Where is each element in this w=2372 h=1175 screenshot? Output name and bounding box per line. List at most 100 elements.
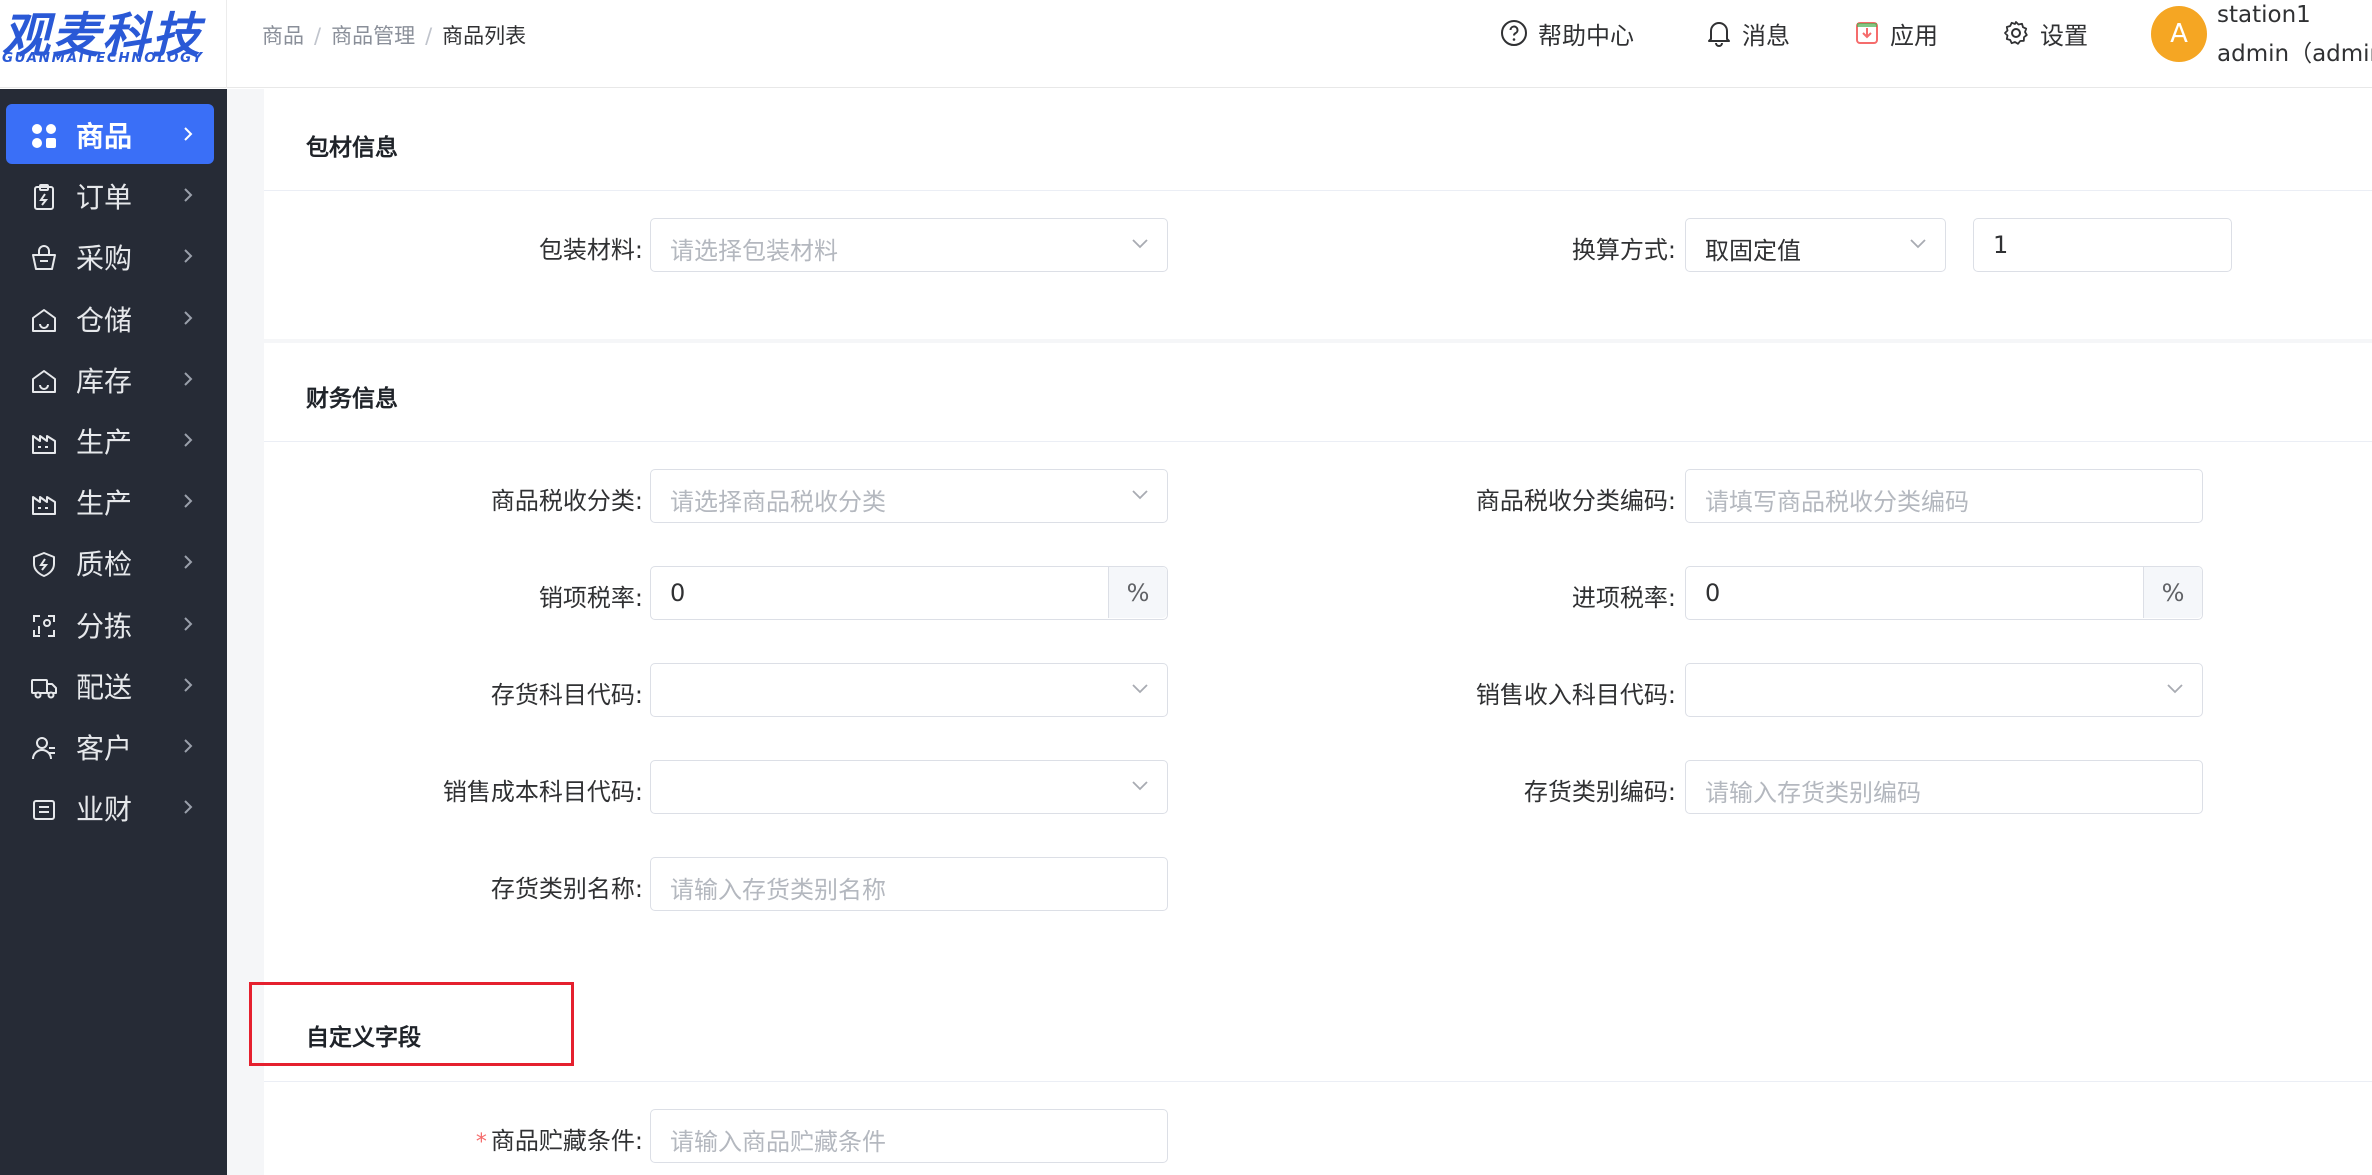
inventory-category-code-input[interactable]: 请输入存货类别编码 (1685, 760, 2203, 814)
breadcrumb-item-goods[interactable]: 商品 (262, 24, 304, 48)
section-divider (264, 1081, 2372, 1082)
packaging-material-placeholder: 请选择包装材料 (670, 237, 838, 265)
sales-tax-rate-input[interactable]: 0 % (650, 566, 1168, 620)
chevron-right-icon (184, 555, 193, 570)
chevron-down-icon (1910, 239, 1926, 249)
chevron-right-icon (184, 127, 193, 141)
sidebar-item-3[interactable]: 仓储 (6, 288, 214, 348)
sidebar-item-label: 商品 (76, 120, 133, 153)
chevron-down-icon (1132, 684, 1148, 694)
clipboard-icon (34, 184, 54, 211)
sidebar-item-5[interactable]: 生产 (6, 410, 214, 470)
sidebar-item-0[interactable]: 商品 (6, 104, 214, 164)
user-icon (32, 737, 55, 760)
messages-label: 消息 (1742, 21, 1790, 50)
station-name[interactable]: station1 (2217, 2, 2311, 28)
truck-icon (31, 678, 57, 699)
packaging-material-select[interactable]: 请选择包装材料 (650, 218, 1168, 272)
sales-tax-rate-value: 0 (670, 579, 686, 607)
conversion-method-select[interactable]: 取固定值 (1685, 218, 1946, 272)
breadcrumb: 商品 / 商品管理 / 商品列表 (262, 24, 527, 48)
breadcrumb-current: 商品列表 (442, 24, 527, 48)
sidebar-item-label: 库存 (76, 364, 133, 398)
storage-condition-placeholder: 请输入商品贮藏条件 (670, 1128, 886, 1156)
help-center-link[interactable]: 帮助中心 (1500, 18, 1634, 50)
section-title-finance: 财务信息 (306, 386, 398, 412)
tax-category-select[interactable]: 请选择商品税收分类 (650, 469, 1168, 523)
basket-icon (32, 245, 56, 271)
apps-label: 应用 (1890, 21, 1938, 50)
inventory-account-select[interactable] (650, 663, 1168, 717)
storage-condition-input[interactable]: 请输入商品贮藏条件 (650, 1109, 1168, 1163)
factory-icon (32, 496, 56, 516)
apps-link[interactable]: 应用 (1854, 18, 1938, 50)
breadcrumb-item-goods-management[interactable]: 商品管理 (331, 24, 415, 48)
required-star: * (475, 1130, 487, 1155)
download-box-icon (1856, 22, 1878, 44)
tax-category-label: 商品税收分类: (490, 487, 643, 515)
grid-icon (32, 124, 56, 148)
sidebar-item-10[interactable]: 客户 (6, 716, 214, 776)
sidebar-item-11[interactable]: 业财 (6, 777, 214, 837)
chevron-right-icon (184, 494, 193, 508)
avatar[interactable]: A (2151, 6, 2207, 62)
settings-label: 设置 (2040, 21, 2088, 50)
logo-subtext: GUANMAITECHNOLOGY (2, 50, 204, 66)
conversion-number-input[interactable]: 1 (1973, 218, 2232, 272)
chevron-right-icon (184, 433, 193, 447)
packaging-material-label: 包装材料: (538, 236, 643, 264)
settings-link[interactable]: 设置 (2002, 18, 2088, 50)
inventory-category-name-label: 存货类别名称: (490, 875, 643, 903)
sidebar-item-label: 业财 (76, 793, 133, 827)
tax-code-input[interactable]: 请填写商品税收分类编码 (1685, 469, 2203, 523)
storage-condition-label-text: 商品贮藏条件: (490, 1127, 643, 1155)
section-divider (264, 190, 2372, 191)
sidebar-item-7[interactable]: 质检 (6, 532, 214, 592)
conversion-method-label: 换算方式: (1571, 236, 1676, 264)
help-center-label: 帮助中心 (1538, 21, 1634, 50)
chevron-down-icon (1132, 781, 1148, 791)
chevron-right-icon (184, 616, 193, 631)
chevron-down-icon (1132, 490, 1148, 500)
user-name[interactable]: admin（admin (2217, 34, 2372, 68)
sales-cost-account-select[interactable] (650, 760, 1168, 814)
messages-link[interactable]: 消息 (1706, 18, 1790, 50)
input-tax-rate-input[interactable]: 0 % (1685, 566, 2203, 620)
conversion-method-value: 取固定值 (1705, 237, 1801, 265)
sales-cost-account-label: 销售成本科目代码: (442, 778, 643, 806)
sales-tax-rate-label: 销项税率: (538, 584, 643, 612)
sidebar-item-4[interactable]: 库存 (6, 349, 214, 409)
inventory-category-code-placeholder: 请输入存货类别编码 (1705, 779, 1921, 807)
sales-income-account-select[interactable] (1685, 663, 2203, 717)
bell-icon (1708, 22, 1730, 47)
shield-icon (33, 552, 55, 578)
inventory-category-name-input[interactable]: 请输入存货类别名称 (650, 857, 1168, 911)
sidebar-item-label: 配送 (76, 670, 133, 704)
help-icon (1501, 20, 1527, 46)
sidebar-item-label: 采购 (76, 242, 133, 276)
tax-code-placeholder: 请填写商品税收分类编码 (1705, 488, 1969, 516)
percent-suffix: % (1108, 567, 1167, 618)
tax-code-label: 商品税收分类编码: (1475, 487, 1676, 515)
sidebar-item-8[interactable]: 分拣 (6, 594, 214, 654)
tax-category-placeholder: 请选择商品税收分类 (670, 488, 886, 516)
chevron-right-icon (184, 188, 193, 202)
gear-icon (2004, 21, 2028, 45)
logo[interactable]: 观麦科技 GUANMAITECHNOLOGY (0, 0, 227, 88)
sidebar: 商品 订单 采购 仓储 库存 生产 生产 质检 分拣 配送 客户 业财 (0, 89, 227, 1175)
chevron-right-icon (184, 678, 193, 692)
sidebar-item-label: 订单 (76, 181, 133, 215)
sidebar-item-1[interactable]: 订单 (6, 165, 214, 225)
sidebar-item-2[interactable]: 采购 (6, 226, 214, 286)
inventory-account-label: 存货科目代码: (490, 681, 643, 709)
warehouse-icon (32, 308, 56, 332)
storage-condition-label: * 商品贮藏条件: (476, 1121, 643, 1156)
finance-icon (33, 800, 55, 821)
top-header: 观麦科技 GUANMAITECHNOLOGY 商品 / 商品管理 / 商品列表 帮助中心… (0, 0, 2372, 88)
sidebar-item-9[interactable]: 配送 (6, 655, 214, 715)
chevron-right-icon (184, 739, 193, 753)
sort-icon (33, 614, 55, 637)
sidebar-item-6[interactable]: 生产 (6, 471, 214, 531)
chevron-right-icon (184, 372, 193, 386)
inventory-category-name-placeholder: 请输入存货类别名称 (670, 876, 886, 904)
